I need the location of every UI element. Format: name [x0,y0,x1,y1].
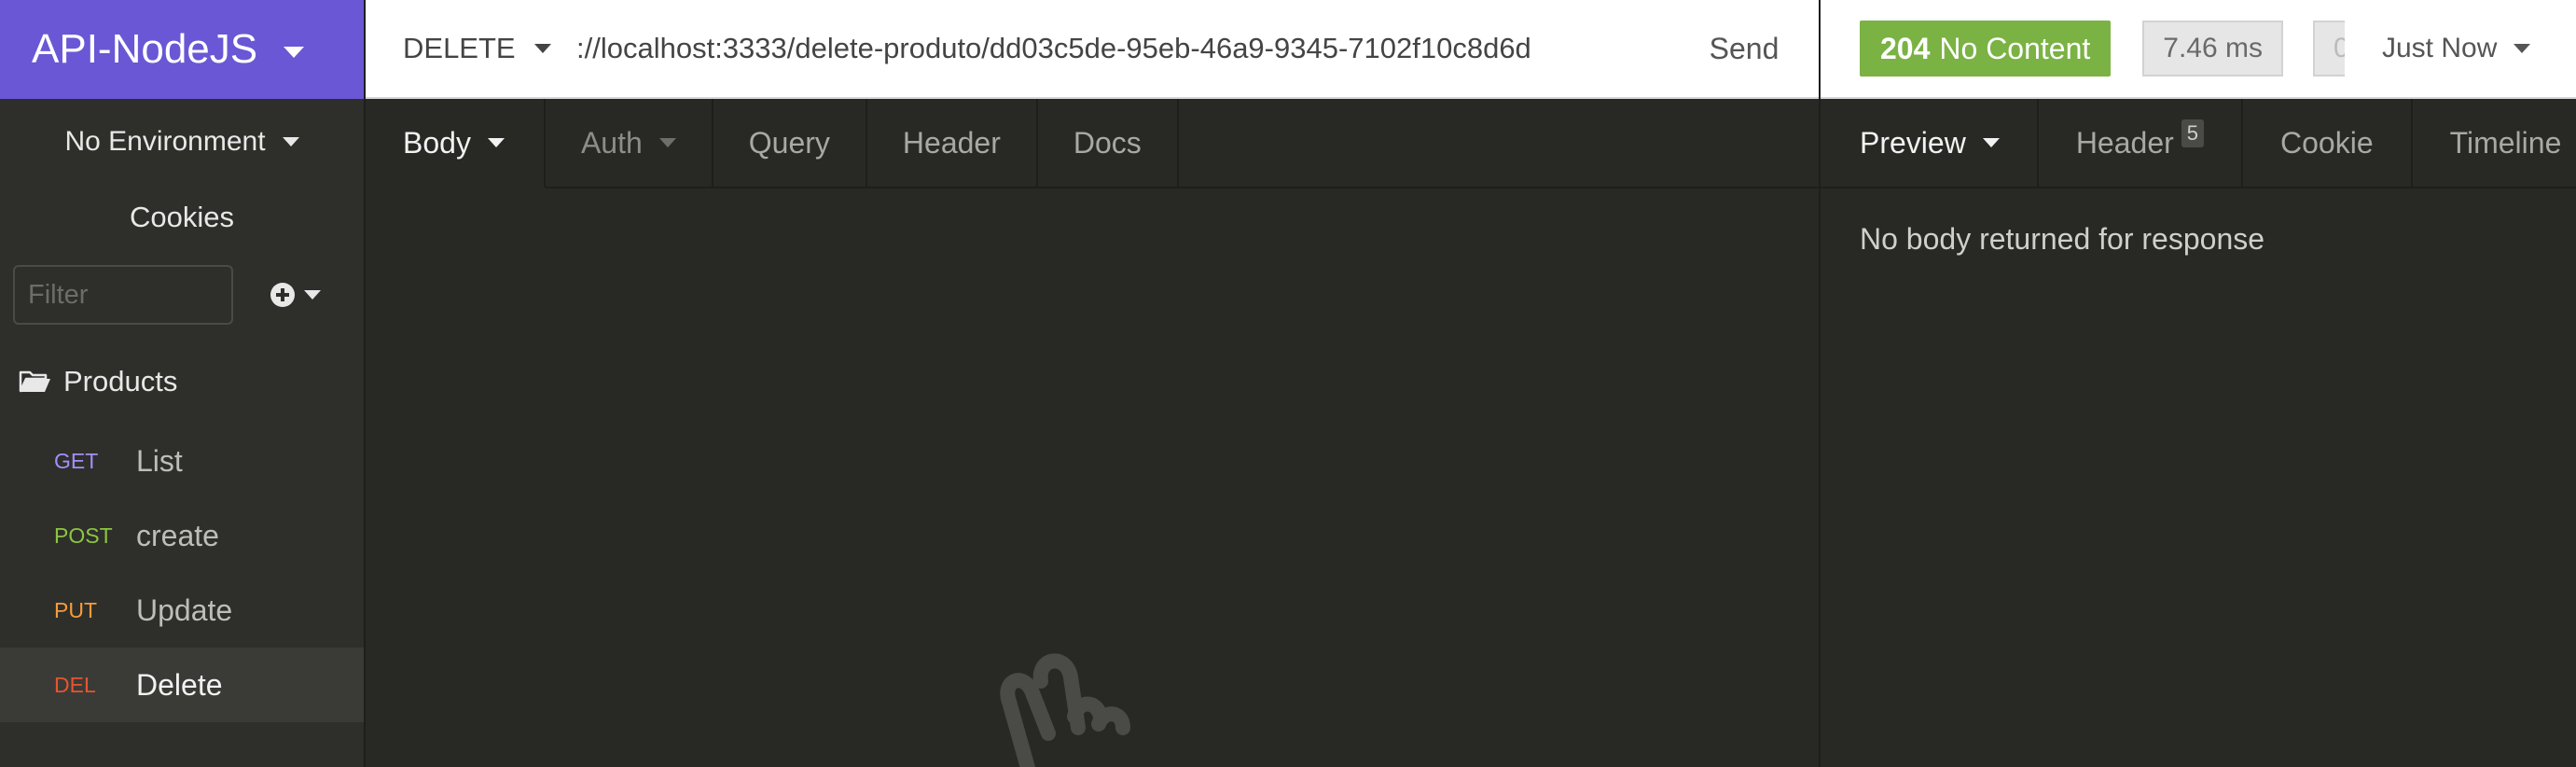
history-dropdown[interactable]: Just Now [2381,33,2531,64]
cookies-button[interactable]: Cookies [0,185,364,250]
tab-label: Preview [1860,125,1966,160]
response-body: No body returned for response [1821,188,2576,290]
response-tabs: Preview Header 5 Cookie Timeline [1821,99,2576,188]
tab-header[interactable]: Header [867,99,1038,187]
filter-row [0,250,364,340]
url-bar: DELETE Send [366,0,1819,99]
method-dropdown[interactable]: DELETE [366,32,552,65]
request-tabs: Body Auth Query Header Docs [366,99,1819,188]
chevron-down-icon [487,138,505,147]
insomnia-app: API-NodeJS No Environment Cookies Produc… [0,0,2576,767]
request-name: List [136,443,183,478]
method-label: DELETE [403,32,516,64]
tab-label: Body [403,125,471,160]
chevron-down-icon [284,47,305,58]
tab-label: Query [748,125,830,160]
tab-query[interactable]: Query [713,99,867,187]
workspace-title: API-NodeJS [32,26,258,72]
method-tag: POST [54,523,113,548]
request-item-update[interactable]: PUT Update [0,573,364,648]
tab-label: Docs [1073,125,1142,160]
method-tag: PUT [54,597,97,622]
request-name: create [136,518,219,552]
tab-auth[interactable]: Auth [546,99,713,187]
add-item-button[interactable] [270,283,321,307]
environment-label: No Environment [64,126,266,157]
time-badge: 7.46 ms [2142,21,2283,77]
tab-response-header[interactable]: Header 5 [2039,99,2244,187]
tab-docs[interactable]: Docs [1038,99,1179,187]
header-count-badge: 5 [2181,119,2205,147]
request-name: Delete [136,667,223,702]
chevron-down-icon [2514,44,2531,53]
chevron-down-icon [1982,138,2000,147]
filter-input[interactable] [13,265,233,325]
chevron-down-icon [282,137,299,146]
workspace-menu[interactable]: API-NodeJS [0,0,364,99]
tab-label: Auth [580,125,643,160]
method-tag: DEL [54,672,96,697]
sidebar: API-NodeJS No Environment Cookies Produc… [0,0,366,767]
request-item-create[interactable]: POST create [0,498,364,573]
tab-label: Header [902,125,1001,160]
request-pane: DELETE Send Body Auth Query Header Docs [366,0,1821,767]
hand-pointer-icon [1000,653,1130,767]
size-badge: 0 [2312,21,2345,77]
chevron-down-icon [658,138,676,147]
chevron-down-icon [533,44,551,53]
method-tag: GET [54,448,99,473]
response-meta-bar: 204 No Content 7.46 ms 0 Just Now [1821,0,2576,99]
tab-timeline[interactable]: Timeline [2413,99,2576,187]
folder-open-icon [19,370,50,393]
history-label: Just Now [2381,33,2498,63]
tab-label: Timeline [2449,125,2562,160]
empty-body-message: No body returned for response [1860,222,2265,256]
tab-label: Header [2075,125,2174,160]
chevron-down-icon [304,290,321,300]
request-item-list[interactable]: GET List [0,424,364,498]
cookies-label: Cookies [130,201,234,233]
status-code: 204 [1880,31,1931,65]
send-button[interactable]: Send [1669,32,1819,66]
tab-label: Cookie [2280,125,2374,160]
request-item-delete[interactable]: DEL Delete [0,648,364,722]
status-badge: 204 No Content [1860,21,2112,77]
status-text: No Content [1939,31,2091,65]
environment-selector[interactable]: No Environment [0,99,364,185]
folder-name: Products [63,365,178,397]
tab-cookie[interactable]: Cookie [2243,99,2413,187]
tab-body[interactable]: Body [366,99,546,188]
response-pane: 204 No Content 7.46 ms 0 Just Now Previe… [1821,0,2576,767]
request-name: Update [136,593,233,627]
tab-preview[interactable]: Preview [1821,99,2039,187]
url-input[interactable] [552,32,1669,65]
folder-products[interactable]: Products [0,340,364,424]
plus-circle-icon [270,283,295,307]
